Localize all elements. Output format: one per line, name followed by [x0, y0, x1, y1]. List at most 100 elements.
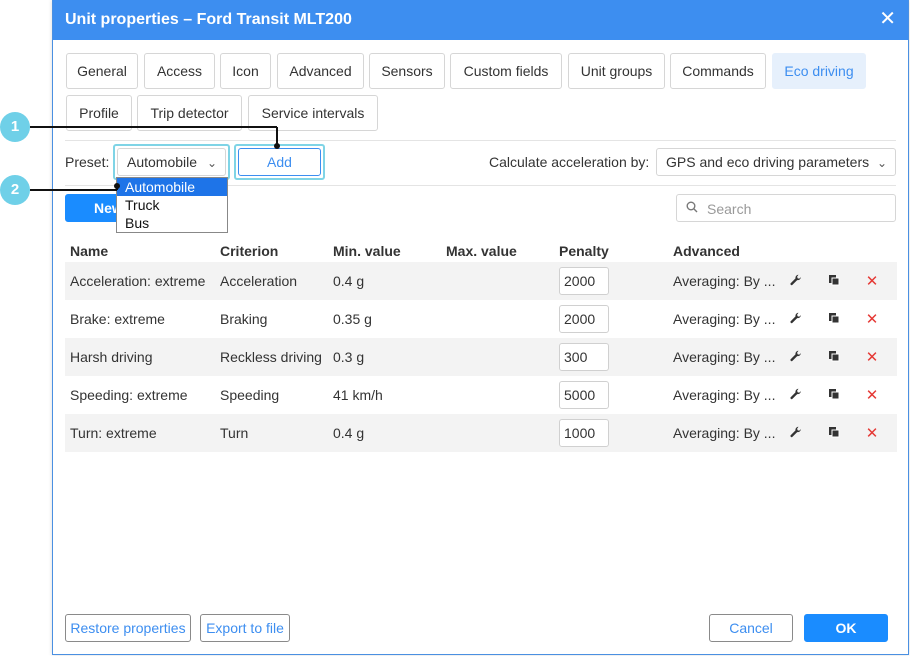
cell-action: ✕ — [859, 262, 897, 300]
cell-penalty: 2000 — [554, 262, 668, 300]
cell-name: Turn: extreme — [65, 414, 215, 452]
restore-properties-button[interactable]: Restore properties — [65, 614, 191, 642]
preset-option-automobile[interactable]: Automobile — [117, 178, 227, 196]
tab-service-intervals[interactable]: Service intervals — [248, 95, 378, 131]
ok-button[interactable]: OK — [804, 614, 888, 642]
wrench-icon[interactable] — [788, 349, 804, 365]
search-placeholder: Search — [707, 201, 752, 217]
cell-name: Brake: extreme — [70, 311, 165, 327]
acceleration-select[interactable]: GPS and eco driving parameters ⌄ — [656, 148, 896, 176]
cell-name: Acceleration: extreme — [65, 262, 215, 300]
cell-min-value: 0.4 g — [328, 414, 441, 452]
cell-action: ✕ — [859, 414, 897, 452]
callout-1: 1 — [0, 112, 30, 142]
table-row[interactable]: Acceleration: extreme Acceleration 0.4 g 20… — [65, 262, 897, 300]
copy-icon[interactable] — [826, 387, 842, 403]
cell-penalty: 5000 — [554, 376, 668, 414]
delete-icon[interactable]: ✕ — [864, 424, 880, 442]
cell-criterion: Turn — [215, 414, 328, 452]
penalty-input[interactable]: 1000 — [559, 419, 609, 447]
wrench-icon[interactable] — [788, 311, 804, 327]
tab-profile[interactable]: Profile — [66, 95, 132, 131]
cell-max-value — [441, 338, 554, 376]
tab-access[interactable]: Access — [144, 53, 215, 89]
preset-value: Automobile — [127, 154, 198, 170]
preset-label: Preset: — [65, 154, 110, 170]
penalty-input[interactable]: 2000 — [559, 267, 609, 295]
penalty-input[interactable]: 300 — [559, 343, 609, 371]
delete-icon[interactable]: ✕ — [864, 310, 880, 328]
penalty-input[interactable]: 5000 — [559, 381, 609, 409]
column-header[interactable]: Min. value — [328, 240, 441, 262]
cell-action — [783, 376, 821, 414]
cell-action — [821, 338, 859, 376]
cell-action — [821, 300, 859, 338]
cell-max-value — [441, 376, 554, 414]
copy-icon[interactable] — [826, 349, 842, 365]
tab-eco-driving[interactable]: Eco driving — [772, 53, 866, 89]
column-header[interactable]: Advanced — [668, 240, 783, 262]
penalty-input[interactable]: 2000 — [559, 305, 609, 333]
cell-criterion: Reckless driving — [215, 338, 328, 376]
cell-advanced: Averaging: By ... — [668, 414, 783, 452]
dialog-title: Unit properties – Ford Transit MLT200 — [65, 11, 352, 28]
column-header[interactable]: Max. value — [441, 240, 554, 262]
cell-action: ✕ — [859, 338, 897, 376]
cell-name: Harsh driving — [65, 338, 215, 376]
table-row[interactable]: Brake: extreme Braking 0.35 g 2000 Averaging… — [65, 300, 897, 338]
column-header[interactable]: Name — [65, 240, 215, 262]
table-row[interactable]: Speeding: extreme Speeding 41 km/h 5000 Aver… — [65, 376, 897, 414]
add-preset-button[interactable]: Add — [238, 148, 321, 176]
tab-custom-fields[interactable]: Custom fields — [450, 53, 562, 89]
eco-driving-table: Name Criterion Min. value Max. value Pen… — [65, 240, 897, 452]
cell-advanced: Averaging: By ... — [673, 387, 776, 403]
delete-icon[interactable]: ✕ — [864, 272, 880, 290]
cell-action: ✕ — [859, 300, 897, 338]
cancel-button[interactable]: Cancel — [709, 614, 793, 642]
preset-option-bus[interactable]: Bus — [117, 214, 227, 232]
cell-penalty: 2000 — [554, 300, 668, 338]
cell-advanced: Averaging: By ... — [668, 338, 783, 376]
cell-max-value — [441, 414, 554, 452]
wrench-icon[interactable] — [788, 387, 804, 403]
table-row[interactable]: Turn: extreme Turn 0.4 g 1000 Averaging: By … — [65, 414, 897, 452]
tab-advanced[interactable]: Advanced — [277, 53, 364, 89]
cell-criterion: Speeding — [220, 387, 280, 403]
cell-action — [821, 262, 859, 300]
tab-icon[interactable]: Icon — [220, 53, 271, 89]
wrench-icon[interactable] — [788, 425, 804, 441]
cell-name: Speeding: extreme — [70, 387, 188, 403]
cell-action — [783, 262, 821, 300]
table-row[interactable]: Harsh driving Reckless driving 0.3 g 300 Ave… — [65, 338, 897, 376]
separator — [65, 140, 896, 141]
column-header[interactable]: Penalty — [554, 240, 668, 262]
close-icon[interactable]: ✕ — [879, 9, 896, 29]
chevron-down-icon: ⌄ — [876, 156, 887, 170]
cell-action: ✕ — [859, 376, 897, 414]
unit-properties-dialog: Unit properties – Ford Transit MLT200 ✕ … — [52, 0, 909, 655]
tab-unit-groups[interactable]: Unit groups — [568, 53, 665, 89]
copy-icon[interactable] — [826, 425, 842, 441]
tab-commands[interactable]: Commands — [670, 53, 766, 89]
tab-sensors[interactable]: Sensors — [369, 53, 445, 89]
cell-penalty: 300 — [554, 338, 668, 376]
column-header[interactable]: Criterion — [215, 240, 328, 262]
copy-icon[interactable] — [826, 311, 842, 327]
tab-trip-detector[interactable]: Trip detector — [137, 95, 242, 131]
copy-icon[interactable] — [826, 273, 842, 289]
cell-action — [783, 414, 821, 452]
acceleration-value: GPS and eco driving parameters — [666, 154, 870, 170]
wrench-icon[interactable] — [788, 273, 804, 289]
search-input[interactable]: Search — [676, 194, 896, 222]
cell-action — [783, 300, 821, 338]
cell-penalty: 1000 — [554, 414, 668, 452]
callout-2: 2 — [0, 175, 30, 205]
cell-action — [821, 376, 859, 414]
delete-icon[interactable]: ✕ — [864, 386, 880, 404]
export-to-file-button[interactable]: Export to file — [200, 614, 290, 642]
tab-general[interactable]: General — [66, 53, 138, 89]
preset-option-truck[interactable]: Truck — [117, 196, 227, 214]
preset-select[interactable]: Automobile ⌄ — [117, 148, 226, 176]
delete-icon[interactable]: ✕ — [864, 348, 880, 366]
preset-dropdown: Automobile Truck Bus — [116, 177, 228, 233]
